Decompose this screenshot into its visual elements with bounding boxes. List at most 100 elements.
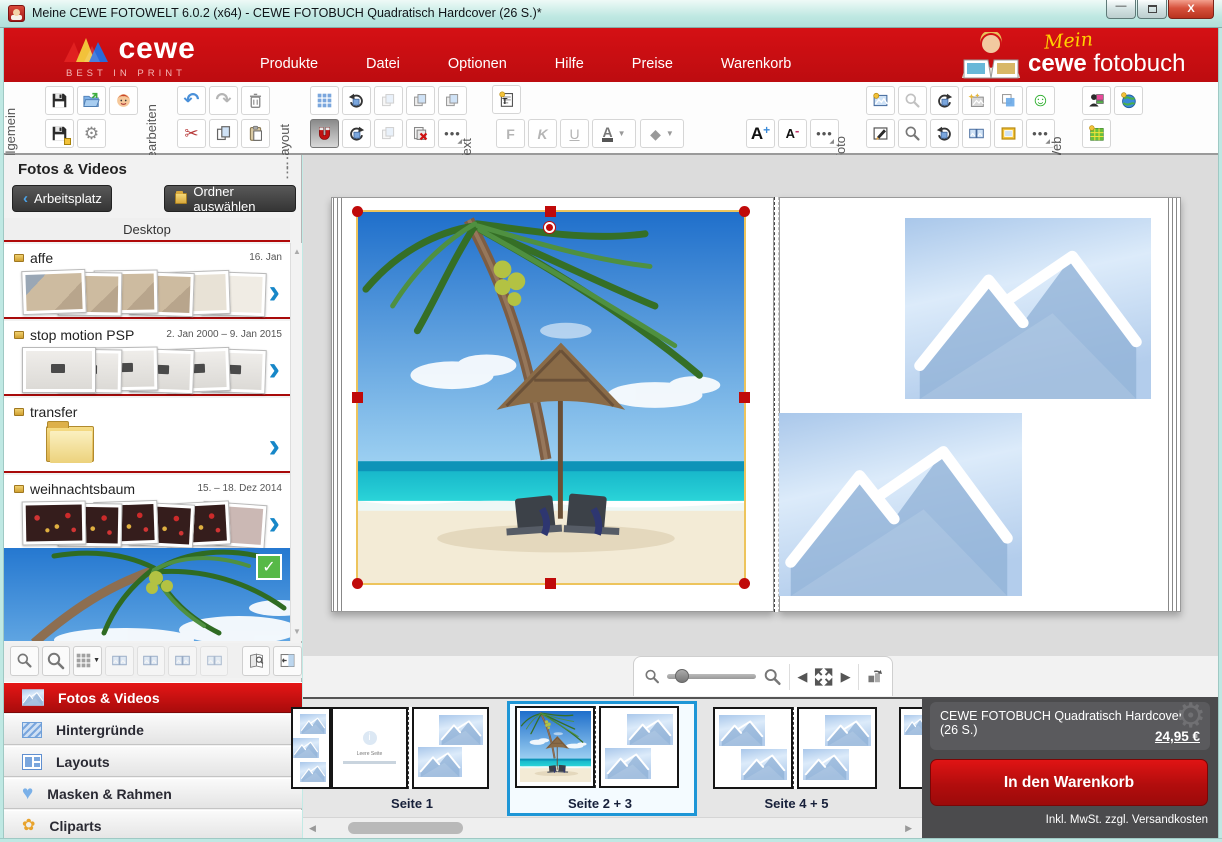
chevron-right-icon[interactable]: › — [269, 274, 280, 310]
selection-handle[interactable] — [545, 206, 556, 217]
page-thumb-seite-2-3[interactable] — [515, 706, 679, 788]
zoom-out-icon[interactable] — [644, 668, 660, 685]
arbeitsplatz-back-button[interactable]: ‹ Arbeitsplatz — [12, 185, 112, 212]
reset-layout-button[interactable] — [342, 86, 371, 115]
selection-handle[interactable] — [739, 206, 750, 217]
zoom-slider-knob[interactable] — [675, 669, 689, 683]
rotate-view-icon[interactable] — [866, 668, 882, 685]
chevron-right-icon[interactable]: › — [269, 351, 280, 387]
delete-layout-button[interactable] — [406, 119, 435, 148]
italic-button[interactable]: K — [528, 119, 557, 148]
menu-preise[interactable]: Preise — [626, 52, 679, 76]
fun-photo-button[interactable]: ☺ — [1026, 86, 1055, 115]
apply-next-button[interactable] — [406, 86, 435, 115]
save-layout-button[interactable] — [438, 86, 467, 115]
selected-beach-photo[interactable] — [356, 210, 746, 585]
increase-font-button[interactable]: A+ — [746, 119, 775, 148]
rotate-handle[interactable] — [544, 222, 555, 233]
save-as-button[interactable] — [45, 119, 74, 148]
profile-button[interactable] — [109, 86, 138, 115]
folder-row-transfer[interactable]: transfer › — [4, 398, 290, 473]
sidebar-menu-dots-icon[interactable]: ⋮⋮ — [280, 159, 295, 177]
paste-button[interactable] — [241, 119, 270, 148]
web-grid-button[interactable] — [1082, 119, 1111, 148]
font-color-button[interactable]: A▼ — [592, 119, 636, 148]
folder-row-weihnachtsbaum[interactable]: weihnachtsbaum 15. – 18. Dez 2014 › — [4, 475, 290, 550]
photo-placeholder[interactable] — [776, 413, 1022, 596]
thumb-zoom-in-button[interactable] — [42, 646, 71, 676]
scrollbar-thumb[interactable] — [348, 822, 463, 834]
scroll-right-icon[interactable]: ▶ — [905, 823, 912, 834]
settings-button[interactable]: ⚙ — [77, 119, 106, 148]
selection-handle[interactable] — [352, 392, 363, 403]
zoom-in-icon[interactable] — [763, 667, 782, 687]
redo-button[interactable]: ↷ — [209, 86, 238, 115]
category-fotos-videos[interactable]: Fotos & Videos — [4, 682, 302, 713]
close-button[interactable]: X — [1168, 0, 1214, 19]
zoom-out-photo-button[interactable] — [898, 86, 927, 115]
spread-view-1-button[interactable] — [105, 646, 134, 676]
scroll-down-icon[interactable]: ▼ — [291, 625, 303, 639]
open-button[interactable] — [77, 86, 106, 115]
selection-handle[interactable] — [352, 206, 363, 217]
minimize-button[interactable]: — — [1106, 0, 1136, 19]
page-thumb-seite-4-5[interactable] — [713, 707, 877, 789]
filmstrip-scrollbar[interactable]: ◀ ▶ — [303, 817, 922, 838]
send-back-button[interactable] — [374, 86, 403, 115]
undo-button[interactable]: ↶ — [177, 86, 206, 115]
sidebar-scrollbar[interactable]: ▲ ▼ — [290, 243, 302, 641]
share-person-button[interactable] — [1082, 86, 1111, 115]
spread-view-2-button[interactable] — [137, 646, 166, 676]
add-photo-button[interactable] — [866, 86, 895, 115]
chevron-right-icon[interactable]: › — [269, 428, 280, 464]
menu-produkte[interactable]: Produkte — [254, 52, 324, 76]
title-bar[interactable]: Meine CEWE FOTOWELT 6.0.2 (x64) - CEWE F… — [0, 0, 1222, 28]
cut-button[interactable]: ✂ — [177, 119, 206, 148]
editor-canvas[interactable] — [303, 155, 1218, 656]
underline-button[interactable]: U — [560, 119, 589, 148]
collapse-panel-button[interactable] — [273, 646, 302, 676]
menu-warenkorb[interactable]: Warenkorb — [715, 52, 797, 76]
spread-view-4-button[interactable] — [200, 646, 229, 676]
swap-photos-button[interactable] — [962, 119, 991, 148]
folder-row-affe[interactable]: affe 16. Jan › — [4, 244, 290, 319]
zoom-in-photo-button[interactable] — [898, 119, 927, 148]
rotate-photo-ccw-button[interactable] — [930, 119, 959, 148]
photo-frame-button[interactable] — [994, 119, 1023, 148]
delete-button[interactable] — [241, 86, 270, 115]
page-thumb-seite-1[interactable]: i Leere Seite — [331, 707, 489, 789]
rotate-photo-cw-button[interactable] — [930, 86, 959, 115]
bring-front-button[interactable] — [374, 119, 403, 148]
photo-shape-button[interactable] — [994, 86, 1023, 115]
add-to-cart-button[interactable]: In den Warenkorb — [930, 759, 1208, 806]
grid-button[interactable] — [310, 86, 339, 115]
category-cliparts[interactable]: ✿ Cliparts — [4, 810, 302, 841]
selection-handle[interactable] — [352, 578, 363, 589]
snap-magnet-button[interactable] — [310, 119, 339, 148]
folder-row-stop-motion[interactable]: stop motion PSP 2. Jan 2000 – 9. Jan 201… — [4, 321, 290, 396]
category-hintergruende[interactable]: Hintergründe — [4, 714, 302, 745]
product-price[interactable]: 24,95 € — [1155, 729, 1200, 744]
scroll-up-icon[interactable]: ▲ — [291, 245, 303, 259]
add-text-button[interactable]: T — [492, 85, 521, 114]
save-button[interactable] — [45, 86, 74, 115]
scroll-left-icon[interactable]: ◀ — [309, 823, 316, 834]
ordner-auswaehlen-button[interactable]: Ordner auswählen — [164, 185, 296, 212]
fit-view-icon[interactable] — [814, 667, 833, 687]
photo-placeholder[interactable] — [905, 218, 1151, 399]
category-masken-rahmen[interactable]: ♥ Masken & Rahmen — [4, 778, 302, 809]
menu-hilfe[interactable]: Hilfe — [549, 52, 590, 76]
decrease-font-button[interactable]: A- — [778, 119, 807, 148]
fill-color-button[interactable]: ◆▼ — [640, 119, 684, 148]
edit-photo-button[interactable] — [866, 119, 895, 148]
photo-effects-button[interactable] — [962, 86, 991, 115]
web-upload-button[interactable] — [1114, 86, 1143, 115]
chevron-right-icon[interactable]: › — [269, 505, 280, 541]
spread-view-3-button[interactable] — [168, 646, 197, 676]
next-page-icon[interactable]: ▶ — [841, 669, 851, 685]
bold-button[interactable]: F — [496, 119, 525, 148]
book-preview-button[interactable] — [242, 646, 271, 676]
book-page-right[interactable] — [779, 197, 1181, 612]
selection-handle[interactable] — [545, 578, 556, 589]
page-thumb-partial-left[interactable] — [291, 707, 331, 789]
